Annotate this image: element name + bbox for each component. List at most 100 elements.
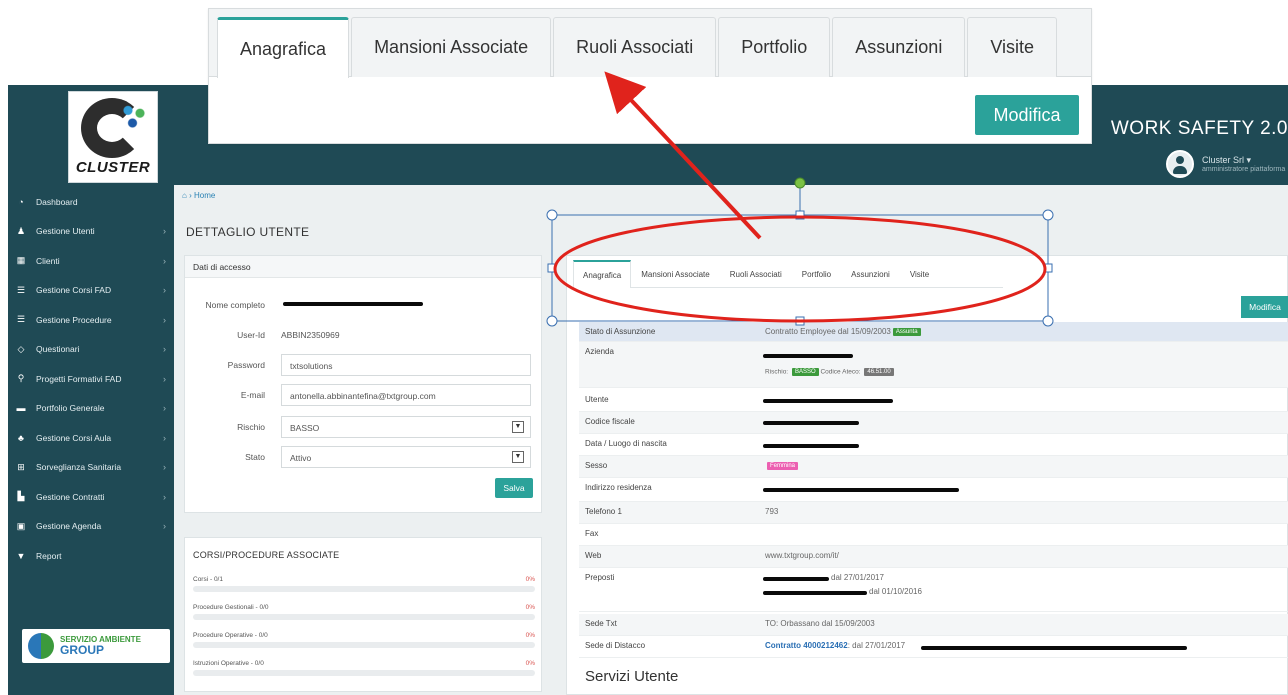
save-button[interactable]: Salva (495, 478, 533, 498)
sidebar-item-gestione-corsi-aula[interactable]: ♣ Gestione Corsi Aula › (8, 423, 174, 453)
row-fax: Fax (579, 524, 1288, 546)
sidebar-item-gestione-procedure[interactable]: ☰ Gestione Procedure › (8, 305, 174, 335)
access-card-title: Dati di accesso (185, 256, 541, 278)
corsi-row-label: Istruzioni Operative - 0/0 (193, 660, 264, 667)
chevron-right-icon: › (163, 491, 166, 502)
redacted-azienda (763, 354, 853, 358)
sede-txt-label: Sede Txt (585, 619, 617, 628)
corsi-progress-row: Procedure Gestionali - 0/0 0% (193, 600, 535, 628)
stato-label: Stato (245, 452, 265, 462)
stato-selected-value: Attivo (290, 453, 312, 463)
redacted-name (283, 302, 423, 306)
page-title: DETTAGLIO UTENTE (186, 225, 310, 239)
filter-icon: ▼ (16, 550, 26, 561)
row-azienda: Azienda Rischio: BASSO Codice Ateco: 46.… (579, 342, 1288, 388)
sidebar-item-gestione-agenda[interactable]: ▣ Gestione Agenda › (8, 512, 174, 542)
corsi-row-label: Corsi - 0/1 (193, 576, 223, 583)
list-icon: ☰ (16, 284, 26, 295)
chevron-right-icon: › (189, 191, 192, 200)
row-preposti: Preposti dal 27/01/2017 dal 01/10/2016 (579, 568, 1288, 612)
chevron-right-icon: › (163, 462, 166, 473)
sidebar-item-progetti-formativi-fad[interactable]: ⚲ Progetti Formativi FAD › (8, 364, 174, 394)
telefono-label: Telefono 1 (585, 507, 622, 516)
bar-chart-icon: ▙ (17, 491, 25, 502)
sidebar-item-dashboard[interactable]: ◔ Dashboard (8, 187, 174, 217)
rischio-prefix: Rischio: (765, 368, 789, 376)
chevron-right-icon: › (163, 285, 166, 296)
tab-ruoli-associati[interactable]: Ruoli Associati (720, 260, 792, 288)
sidebar-item-clienti[interactable]: ▦ Clienti › (8, 246, 174, 276)
zoomed-modifica-button[interactable]: Modifica (975, 95, 1079, 135)
sidebar-item-label: Report (36, 550, 62, 561)
modifica-button[interactable]: Modifica (1241, 296, 1288, 318)
servizio-ambiente-mark-icon (28, 633, 54, 659)
corsi-row-label: Procedure Gestionali - 0/0 (193, 604, 269, 611)
tab-anagrafica[interactable]: Anagrafica (573, 260, 632, 288)
row-sesso: Sesso Femmina (579, 456, 1288, 478)
corsi-row-percent: 0% (525, 632, 535, 639)
zoomed-tab-anagrafica[interactable]: Anagrafica (217, 17, 350, 78)
corsi-card-title: CORSI/PROCEDURE ASSOCIATE (193, 550, 340, 560)
field-nome: Nome completo (185, 294, 541, 316)
fax-label: Fax (585, 529, 599, 538)
sidebar-item-report[interactable]: ▼ Report (8, 541, 174, 571)
sidebar-item-label: Clienti (36, 255, 60, 266)
servizi-utente-title: Servizi Utente (585, 668, 679, 685)
sidebar-item-gestione-utenti[interactable]: ♟ Gestione Utenti › (8, 217, 174, 247)
row-stato-assunzione: Stato di Assunzione Contratto Employee d… (579, 322, 1288, 342)
zoomed-tab-mansioni-associate[interactable]: Mansioni Associate (351, 17, 552, 77)
home-icon: ⌂ (182, 191, 187, 200)
tab-portfolio[interactable]: Portfolio (792, 260, 841, 288)
email-input[interactable]: antonella.abbinantefina@txtgroup.com (281, 384, 531, 406)
rischio-selected-value: BASSO (290, 423, 320, 433)
user-icon: ♟ (16, 225, 26, 236)
logo-text: CLUSTER (75, 159, 151, 176)
redacted-codice-fiscale (763, 421, 859, 425)
folder-icon: ▬ (16, 403, 26, 414)
status-badge: Assunta (892, 327, 921, 336)
userid-label: User-Id (237, 330, 265, 340)
sidebar-item-label: Dashboard (36, 196, 78, 207)
breadcrumb: ⌂ › Home (182, 191, 215, 200)
chevron-right-icon: › (163, 403, 166, 414)
redacted-distacco (921, 646, 1187, 650)
access-card: Dati di accesso Nome completo User-Id AB… (184, 255, 542, 513)
stato-select[interactable]: Attivo ▼ (281, 446, 531, 468)
sitemap-icon: ⚲ (17, 373, 25, 384)
row-sede-distacco: Sede di Distacco Contratto 4000212462: d… (579, 636, 1288, 658)
rischio-select[interactable]: BASSO ▼ (281, 416, 531, 438)
sidebar-item-questionari[interactable]: ◇ Questionari › (8, 335, 174, 365)
puzzle-dots-icon (119, 102, 149, 130)
tab-assunzioni[interactable]: Assunzioni (841, 260, 900, 288)
row-utente: Utente (579, 390, 1288, 412)
contratto-link[interactable]: Contratto 4000212462 (765, 641, 848, 650)
sidebar-item-gestione-contratti[interactable]: ▙ Gestione Contratti › (8, 482, 174, 512)
password-input[interactable]: txtsolutions (281, 354, 531, 376)
zoomed-tab-visite[interactable]: Visite (967, 17, 1058, 77)
breadcrumb-home-link[interactable]: Home (194, 191, 215, 200)
sidebar-item-label: Gestione Corsi Aula (36, 432, 112, 443)
chevron-right-icon: › (163, 226, 166, 237)
field-password: Password txtsolutions (185, 354, 541, 376)
sesso-label: Sesso (585, 461, 608, 470)
sidebar-item-portfolio-generale[interactable]: ▬ Portfolio Generale › (8, 394, 174, 424)
zoomed-tab-portfolio[interactable]: Portfolio (718, 17, 831, 77)
web-value[interactable]: www.txtgroup.com/it/ (765, 551, 839, 560)
user-menu[interactable]: Cluster Srl ▾ amministratore piattaforma (1166, 150, 1285, 178)
calendar-icon: ▣ (16, 520, 26, 531)
sidebar-item-gestione-corsi-fad[interactable]: ☰ Gestione Corsi FAD › (8, 276, 174, 306)
chevron-right-icon: › (163, 373, 166, 384)
zoomed-tabs: Anagrafica Mansioni Associate Ruoli Associ… (217, 17, 1058, 78)
zoomed-tab-assunzioni[interactable]: Assunzioni (832, 17, 966, 77)
corsi-progress-row: Corsi - 0/1 0% (193, 572, 535, 600)
chevron-right-icon: › (163, 521, 166, 532)
cluster-logo[interactable]: CLUSTER (68, 91, 158, 183)
sesso-value: Femmina (765, 461, 799, 470)
caret-down-icon: ▾ (1246, 155, 1252, 165)
tab-mansioni-associate[interactable]: Mansioni Associate (631, 260, 719, 288)
sidebar: CLUSTER ◔ Dashboard ♟ Gestione Utenti › ▦ Clie… (8, 85, 174, 695)
tab-visite[interactable]: Visite (900, 260, 939, 288)
zoomed-tab-ruoli-associati[interactable]: Ruoli Associati (553, 17, 717, 77)
azienda-label: Azienda (585, 347, 614, 356)
sidebar-item-sorveglianza-sanitaria[interactable]: ⊞ Sorveglianza Sanitaria › (8, 453, 174, 483)
